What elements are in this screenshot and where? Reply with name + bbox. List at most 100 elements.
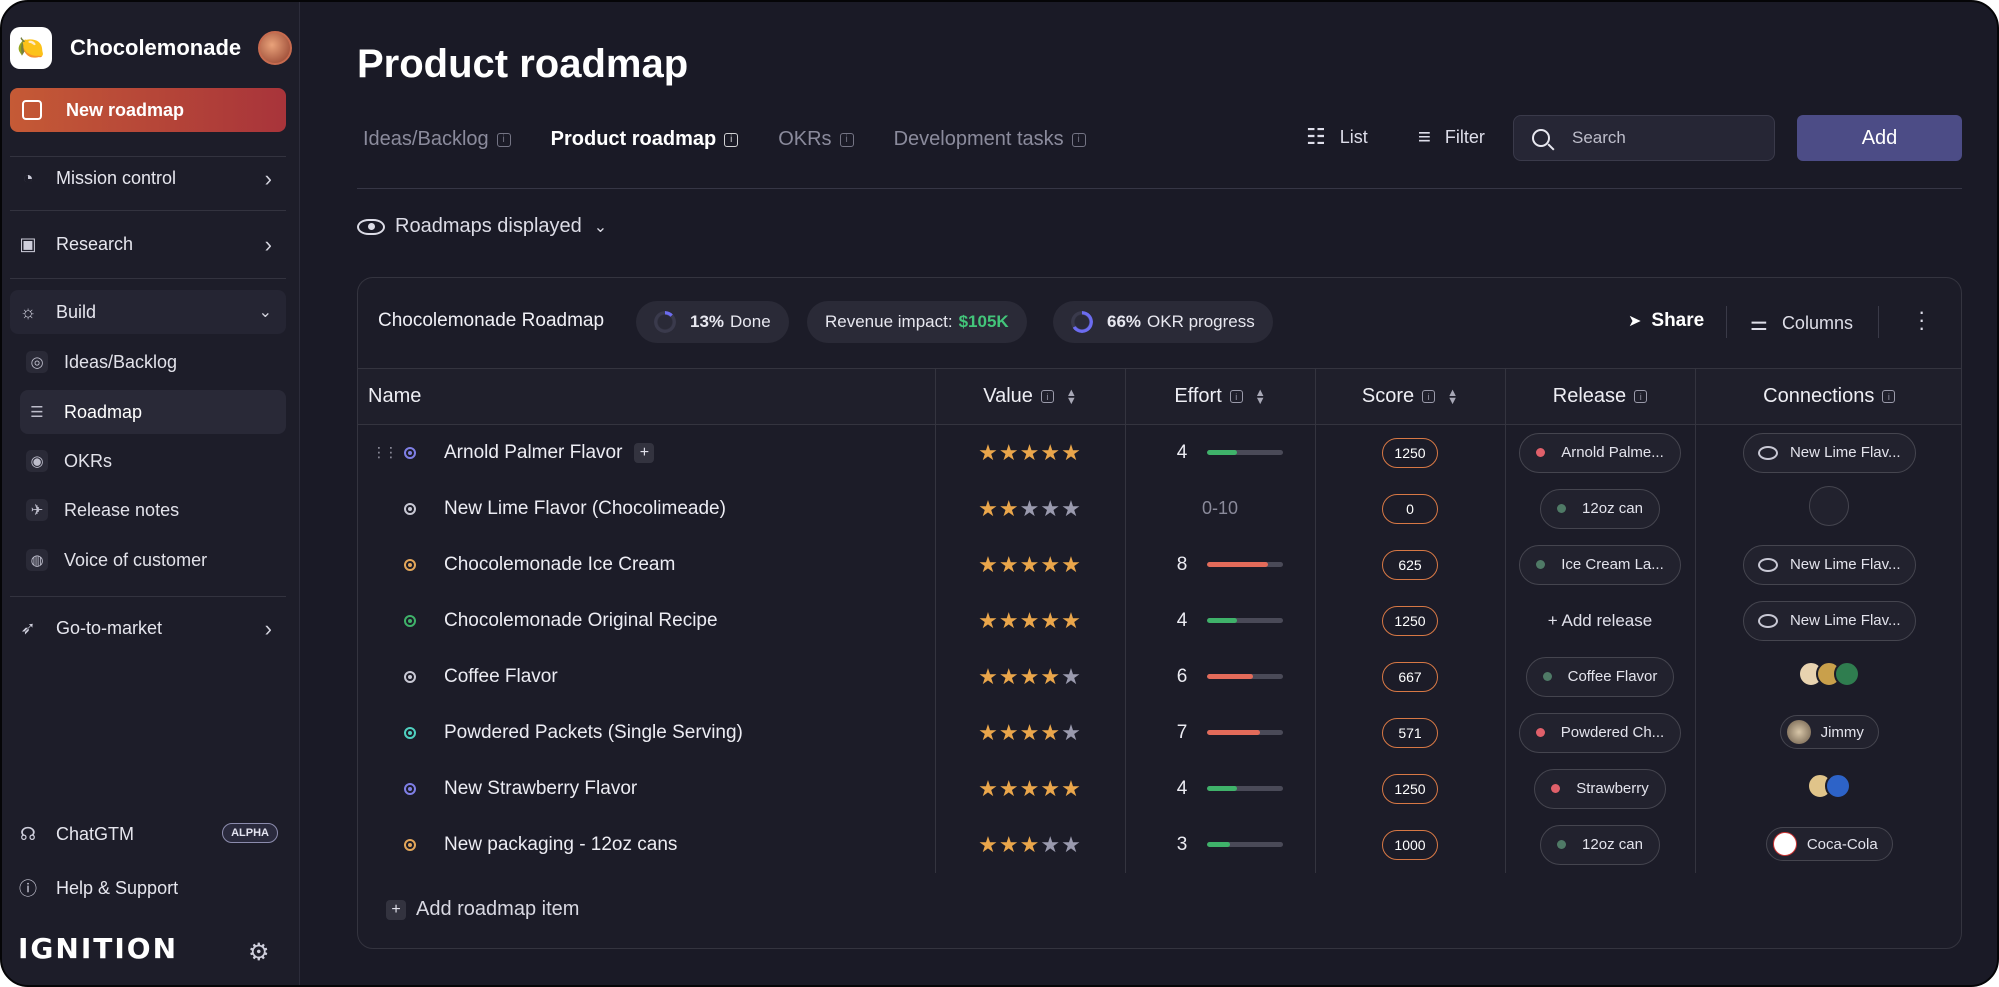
- star-icon[interactable]: ★: [1061, 832, 1082, 857]
- column-header-connections[interactable]: Connections i: [1694, 368, 1961, 425]
- cell-release[interactable]: Powdered Ch...: [1504, 704, 1695, 761]
- sidebar-item-chatgtm[interactable]: ☊ ChatGTM ALPHA: [10, 812, 286, 856]
- star-icon[interactable]: ★: [978, 440, 999, 465]
- list-view-button[interactable]: ☷ List: [1306, 124, 1368, 150]
- star-icon[interactable]: ★: [1061, 552, 1082, 577]
- new-roadmap-button[interactable]: New roadmap: [10, 88, 286, 132]
- star-rating[interactable]: ★★★★★: [978, 440, 1082, 465]
- connection-icon-button[interactable]: [1809, 485, 1850, 526]
- star-icon[interactable]: ★: [978, 832, 999, 857]
- cell-connections[interactable]: New Lime Flav...: [1694, 536, 1961, 593]
- cell-name[interactable]: ⋮⋮Powdered Packets (Single Serving): [358, 705, 935, 761]
- star-icon[interactable]: ★: [1061, 496, 1082, 521]
- add-button[interactable]: Add: [1797, 115, 1962, 161]
- cell-effort[interactable]: 0-10: [1124, 480, 1315, 537]
- tab-development-tasks[interactable]: Development tasks i: [894, 128, 1086, 151]
- cell-value[interactable]: ★★★★★: [934, 536, 1125, 593]
- cell-name[interactable]: ⋮⋮Chocolemonade Ice Cream: [358, 537, 935, 593]
- sidebar-item-build[interactable]: ☼ Build ⌄: [10, 290, 286, 334]
- sidebar-item-go-to-market[interactable]: ➶ Go-to-market ›: [10, 606, 286, 650]
- cell-value[interactable]: ★★★★★: [934, 480, 1125, 537]
- cell-effort[interactable]: 4: [1124, 592, 1315, 649]
- star-icon[interactable]: ★: [978, 776, 999, 801]
- cell-release[interactable]: 12oz can: [1504, 816, 1695, 873]
- tab-ideas-backlog[interactable]: Ideas/Backlog i: [363, 128, 511, 151]
- column-header-value[interactable]: Value i ▲ ▼: [934, 368, 1125, 425]
- cell-release[interactable]: Coffee Flavor: [1504, 648, 1695, 705]
- star-icon[interactable]: ★: [1020, 664, 1041, 689]
- share-button[interactable]: ➤ Share: [1628, 310, 1704, 332]
- star-icon[interactable]: ★: [1040, 440, 1061, 465]
- cell-connections[interactable]: Jimmy: [1694, 704, 1961, 761]
- star-rating[interactable]: ★★★★★: [978, 720, 1082, 745]
- star-icon[interactable]: ★: [999, 664, 1020, 689]
- user-avatar[interactable]: [258, 31, 292, 65]
- table-row[interactable]: ⋮⋮Chocolemonade Original Recipe★★★★★4125…: [358, 592, 1961, 649]
- star-icon[interactable]: ★: [999, 496, 1020, 521]
- more-options-icon[interactable]: · · ·: [1918, 301, 1925, 339]
- search-box[interactable]: [1513, 115, 1775, 161]
- add-release-button[interactable]: + Add release: [1548, 611, 1652, 630]
- release-chip[interactable]: Strawberry: [1534, 768, 1666, 809]
- cell-effort[interactable]: 3: [1124, 816, 1315, 873]
- column-header-name[interactable]: Name: [358, 368, 935, 425]
- star-icon[interactable]: ★: [999, 720, 1020, 745]
- sidebar-item-mission-control[interactable]: ◔ Mission control ›: [10, 156, 286, 200]
- star-icon[interactable]: ★: [978, 552, 999, 577]
- release-chip[interactable]: Arnold Palme...: [1519, 432, 1681, 473]
- star-icon[interactable]: ★: [1040, 608, 1061, 633]
- columns-button[interactable]: ⚌ Columns: [1750, 311, 1853, 336]
- table-row[interactable]: ⋮⋮Coffee Flavor★★★★★6667Coffee Flavor: [358, 648, 1961, 705]
- star-icon[interactable]: ★: [1040, 720, 1061, 745]
- star-icon[interactable]: ★: [1061, 664, 1082, 689]
- star-rating[interactable]: ★★★★★: [978, 552, 1082, 577]
- filter-button[interactable]: ≡ Filter: [1418, 124, 1485, 150]
- cell-value[interactable]: ★★★★★: [934, 424, 1125, 481]
- table-row[interactable]: ⋮⋮ Arnold Palmer Flavor + ★★★★★ 4 1250 Arnold …: [358, 424, 1961, 481]
- star-icon[interactable]: ★: [1020, 832, 1041, 857]
- cell-value[interactable]: ★★★★★: [934, 648, 1125, 705]
- star-icon[interactable]: ★: [1040, 776, 1061, 801]
- cell-release[interactable]: 12oz can: [1504, 480, 1695, 537]
- cell-connections[interactable]: New Lime Flav...: [1694, 592, 1961, 649]
- table-row[interactable]: ⋮⋮New Lime Flavor (Chocolimeade)★★★★★0-1…: [358, 480, 1961, 537]
- star-icon[interactable]: ★: [1061, 720, 1082, 745]
- star-icon[interactable]: ★: [1020, 440, 1041, 465]
- roadmaps-displayed-dropdown[interactable]: Roadmaps displayed ⌄: [357, 215, 607, 238]
- cell-effort[interactable]: 6: [1124, 648, 1315, 705]
- table-row[interactable]: ⋮⋮Powdered Packets (Single Serving)★★★★★…: [358, 704, 1961, 761]
- star-icon[interactable]: ★: [1040, 496, 1061, 521]
- star-icon[interactable]: ★: [1040, 664, 1061, 689]
- star-icon[interactable]: ★: [999, 440, 1020, 465]
- star-icon[interactable]: ★: [978, 608, 999, 633]
- star-icon[interactable]: ★: [1020, 776, 1041, 801]
- cell-name[interactable]: ⋮⋮New Lime Flavor (Chocolimeade): [358, 481, 935, 537]
- star-icon[interactable]: ★: [978, 664, 999, 689]
- star-rating[interactable]: ★★★★★: [978, 776, 1082, 801]
- star-icon[interactable]: ★: [1020, 552, 1041, 577]
- star-icon[interactable]: ★: [999, 832, 1020, 857]
- cell-release[interactable]: Arnold Palme...: [1504, 424, 1695, 481]
- tab-product-roadmap[interactable]: Product roadmap i: [551, 128, 739, 151]
- column-header-release[interactable]: Release i: [1504, 368, 1695, 425]
- search-input[interactable]: [1572, 128, 1752, 148]
- sort-icon[interactable]: ▲ ▼: [1255, 387, 1266, 406]
- cell-value[interactable]: ★★★★★: [934, 816, 1125, 873]
- star-icon[interactable]: ★: [1040, 832, 1061, 857]
- star-rating[interactable]: ★★★★★: [978, 832, 1082, 857]
- cell-effort[interactable]: 4: [1124, 424, 1315, 481]
- cell-connections[interactable]: [1694, 480, 1961, 537]
- star-icon[interactable]: ★: [999, 608, 1020, 633]
- release-chip[interactable]: 12oz can: [1540, 488, 1660, 529]
- star-icon[interactable]: ★: [1061, 776, 1082, 801]
- cell-effort[interactable]: 4: [1124, 760, 1315, 817]
- star-icon[interactable]: ★: [1020, 496, 1041, 521]
- avatar-group[interactable]: [1807, 772, 1852, 799]
- connection-chip[interactable]: New Lime Flav...: [1742, 600, 1916, 641]
- release-chip[interactable]: Ice Cream La...: [1519, 544, 1681, 585]
- table-row[interactable]: ⋮⋮Chocolemonade Ice Cream★★★★★8625Ice Cr…: [358, 536, 1961, 593]
- cell-name[interactable]: ⋮⋮New Strawberry Flavor: [358, 761, 935, 817]
- cell-name[interactable]: ⋮⋮Coffee Flavor: [358, 649, 935, 705]
- column-header-score[interactable]: Score i ▲ ▼: [1314, 368, 1505, 425]
- star-icon[interactable]: ★: [1061, 440, 1082, 465]
